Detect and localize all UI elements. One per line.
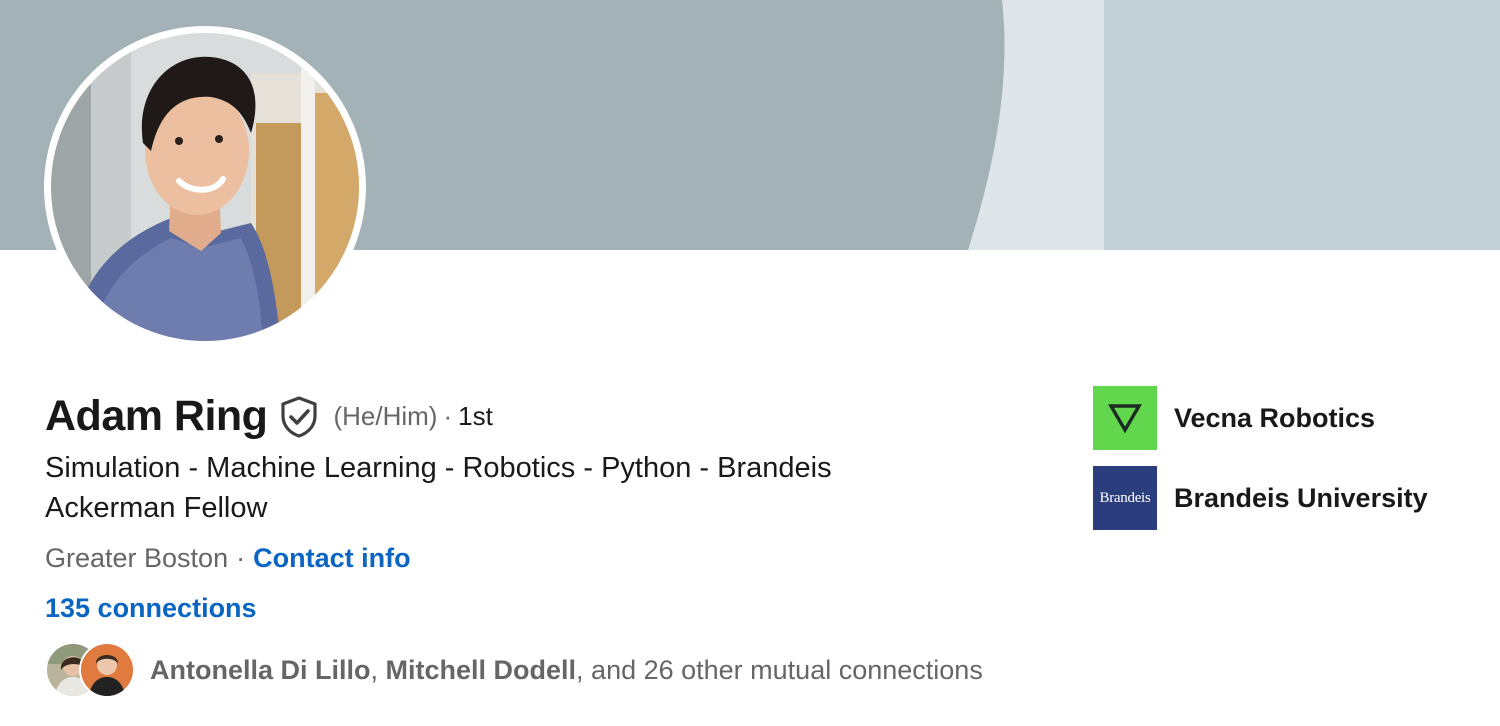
mutual-name-1: Antonella Di Lillo bbox=[150, 654, 371, 685]
vecna-logo-icon bbox=[1093, 386, 1157, 450]
avatar bbox=[79, 642, 135, 698]
connection-degree: 1st bbox=[458, 401, 493, 431]
degree-separator: · bbox=[443, 401, 453, 431]
profile-location: Greater Boston bbox=[45, 543, 229, 573]
mutual-name-2: Mitchell Dodell bbox=[385, 654, 577, 685]
mutual-rest: , and 26 other mutual connections bbox=[576, 654, 983, 685]
org-vecna-robotics[interactable]: Vecna Robotics bbox=[1093, 386, 1428, 450]
mutual-connections[interactable]: Antonella Di Lillo, Mitchell Dodell, and… bbox=[45, 642, 983, 698]
profile-name: Adam Ring bbox=[45, 392, 268, 440]
profile-photo bbox=[51, 33, 359, 341]
contact-info-link[interactable]: Contact info bbox=[253, 543, 410, 574]
verified-shield-icon[interactable] bbox=[279, 395, 319, 439]
mutual-avatars bbox=[45, 642, 137, 698]
connections-link[interactable]: 135 connections bbox=[45, 593, 257, 624]
org-name: Vecna Robotics bbox=[1174, 402, 1376, 433]
mutual-separator: , bbox=[370, 654, 386, 685]
profile-avatar[interactable] bbox=[44, 26, 366, 348]
mutual-connections-text: Antonella Di Lillo, Mitchell Dodell, and… bbox=[150, 655, 983, 686]
profile-orgs: Vecna Robotics Brandeis Brandeis Univers… bbox=[1093, 386, 1428, 546]
location-separator: · bbox=[236, 543, 246, 573]
location-row: Greater Boston · Contact info bbox=[45, 543, 411, 574]
profile-headline: Simulation - Machine Learning - Robotics… bbox=[45, 452, 832, 524]
pronouns: (He/Him) bbox=[333, 401, 438, 431]
name-row: Adam Ring (He/Him) · 1st bbox=[45, 392, 493, 441]
org-name: Brandeis University bbox=[1174, 482, 1428, 513]
org-brandeis-university[interactable]: Brandeis Brandeis University bbox=[1093, 466, 1428, 530]
brandeis-logo-icon: Brandeis bbox=[1093, 466, 1157, 530]
